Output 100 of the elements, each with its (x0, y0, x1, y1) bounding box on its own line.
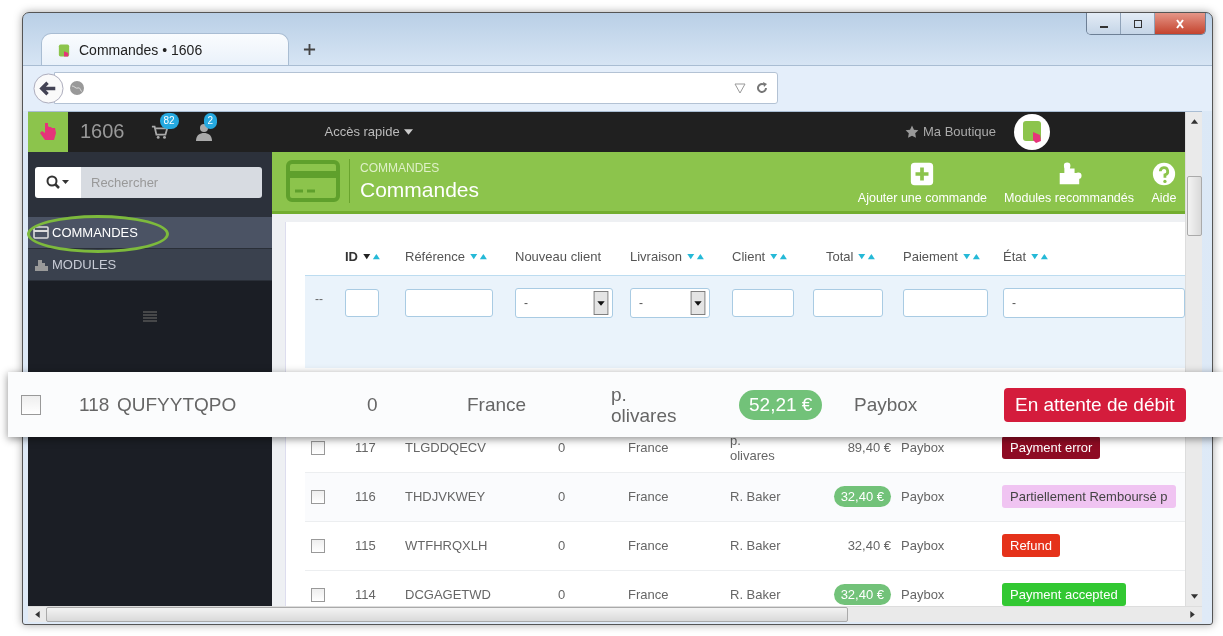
shop-id: 1606 (80, 120, 125, 144)
filter-field[interactable] (732, 288, 794, 317)
page-title: Commandes (360, 177, 480, 202)
row-checkbox[interactable] (311, 587, 325, 602)
column-header[interactable]: Nouveau client (515, 249, 601, 265)
order-reference: WTFHRQXLH (405, 538, 488, 554)
card-icon (33, 224, 49, 240)
caret-icon (403, 128, 413, 135)
plus-square-icon (909, 161, 936, 188)
client-name: R. Baker (730, 587, 782, 603)
new-client-count: 0 (558, 440, 566, 456)
delivery-country: France (467, 393, 527, 416)
column-header[interactable]: Total (826, 249, 854, 265)
scroll-up-icon[interactable] (1189, 117, 1199, 124)
scroll-right-icon[interactable] (1190, 609, 1196, 619)
row-checkbox[interactable] (311, 489, 325, 504)
scroll-thumb[interactable] (46, 606, 848, 622)
logo-icon[interactable] (28, 111, 68, 152)
column-header[interactable]: Client (732, 249, 766, 265)
back-button[interactable] (33, 72, 64, 104)
scroll-left-icon[interactable] (34, 609, 40, 619)
help-icon (1151, 161, 1177, 188)
client-name: p. olivares (611, 383, 678, 426)
order-reference: DCGAGETWD (405, 587, 491, 603)
maximize-button[interactable] (1121, 13, 1155, 34)
payment-method: Paybox (901, 587, 945, 603)
client-name: R. Baker (730, 538, 782, 554)
row-checkbox[interactable] (21, 394, 41, 415)
new-client-count: 0 (558, 538, 566, 554)
delivery-country: France (628, 440, 669, 456)
menu-icon[interactable] (143, 310, 157, 323)
new-client-count: 0 (558, 587, 566, 603)
scroll-down-icon[interactable] (1189, 593, 1199, 600)
order-total: 32,40 € (847, 538, 891, 554)
globe-icon (69, 80, 85, 97)
cart-count-badge: 82 (159, 112, 179, 129)
status-label: Refund (1002, 534, 1060, 558)
minimize-button[interactable] (1087, 13, 1121, 34)
status-label: Partiellement Remboursé p (1002, 485, 1176, 509)
payment-method: Paybox (901, 538, 945, 554)
credit-card-icon (285, 159, 350, 204)
shop-link[interactable]: Ma Boutique (923, 124, 996, 140)
delivery-country: France (628, 538, 669, 554)
sidebar-item[interactable]: COMMANDES (28, 216, 272, 249)
reload-icon[interactable] (755, 81, 769, 96)
sort-arrows-icon[interactable] (362, 253, 382, 261)
delivery-country: France (628, 489, 669, 505)
status-label: En attente de débit (1004, 387, 1186, 422)
filter-field[interactable] (405, 288, 493, 317)
dropdown-icon[interactable] (733, 81, 747, 96)
status-label: Payment error (1002, 436, 1101, 460)
close-icon (1173, 18, 1187, 29)
row-checkbox[interactable] (311, 440, 325, 455)
delivery-country: France (628, 587, 669, 603)
filter-dropdown[interactable]: - (630, 287, 710, 318)
sidebar-item[interactable]: MODULES (28, 248, 272, 281)
filter-dropdown[interactable]: - (1003, 287, 1185, 318)
scroll-thumb[interactable] (1186, 175, 1202, 236)
order-id: 118 (79, 393, 110, 416)
total-badge: 32,40 € (833, 584, 891, 606)
new-client-count: 0 (558, 489, 566, 505)
filter-dropdown[interactable]: - (515, 287, 613, 318)
shop-favicon-icon (58, 42, 70, 58)
order-reference: TLGDDQECV (405, 440, 486, 456)
total-badge: 32,40 € (833, 486, 891, 508)
row-checkbox[interactable] (311, 538, 325, 553)
star-icon (905, 124, 919, 139)
payment-method: Paybox (901, 440, 945, 456)
customer-count-badge: 2 (203, 112, 218, 129)
client-name: p. olivares (730, 432, 776, 463)
client-name: R. Baker (730, 489, 782, 505)
search-field[interactable]: Rechercher (81, 166, 262, 198)
minimize-icon (1099, 25, 1108, 28)
avatar-icon[interactable] (1014, 113, 1050, 150)
column-header[interactable]: Livraison (630, 249, 683, 265)
browser-tab[interactable]: Commandes • 1606 (41, 33, 289, 66)
column-header[interactable]: ID (345, 249, 358, 265)
order-id: 114 (355, 587, 376, 603)
filter-field[interactable] (903, 288, 988, 317)
status-label: Payment accepted (1002, 583, 1126, 606)
payment-method: Paybox (854, 393, 918, 416)
column-header[interactable]: Référence (405, 249, 465, 265)
payment-method: Paybox (901, 489, 945, 505)
total-badge: 52,21 € (739, 389, 823, 420)
order-id: 117 (355, 440, 376, 456)
filter-label: -- (314, 290, 324, 306)
column-header[interactable]: Paiement (903, 249, 958, 265)
filter-field[interactable] (345, 288, 379, 317)
order-reference: QUFYYTQPO (117, 393, 237, 416)
new-client-count: 0 (367, 393, 378, 416)
filter-field[interactable] (813, 288, 883, 317)
user-icon[interactable] (194, 122, 213, 141)
order-total: 89,40 € (847, 440, 891, 456)
search-icon[interactable] (46, 175, 70, 190)
order-id: 115 (355, 538, 376, 554)
order-id: 116 (355, 489, 376, 505)
close-button[interactable] (1155, 13, 1205, 34)
quick-access-menu[interactable]: Accès rapide (324, 124, 413, 140)
column-header[interactable]: État (1003, 249, 1027, 265)
new-tab-icon[interactable] (303, 43, 316, 56)
